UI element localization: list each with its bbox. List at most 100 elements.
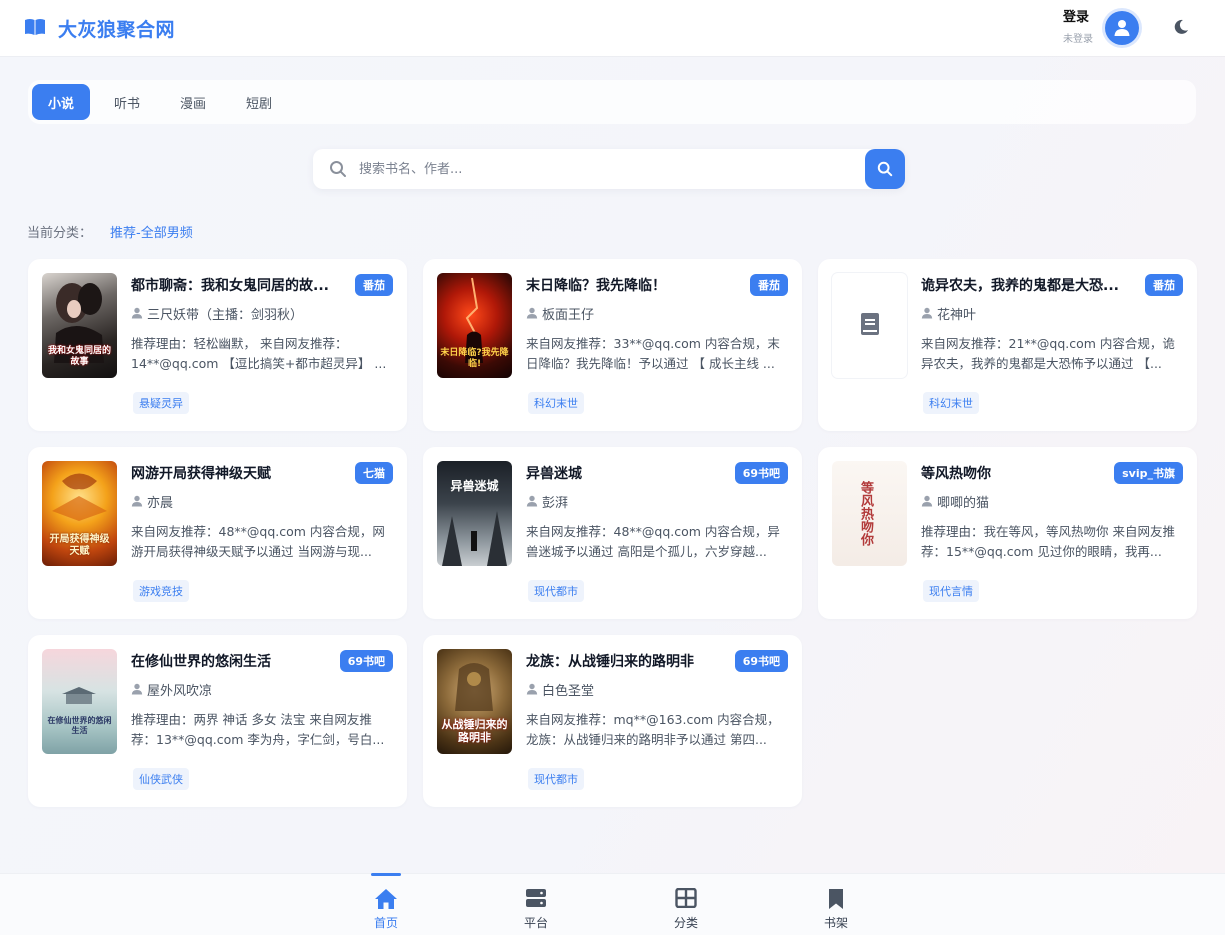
book-description: 来自网友推荐：21**@qq.com 内容合规，诡异农夫，我养的鬼都是大恐怖予以… [921,336,1175,371]
book-description: 来自网友推荐：48**@qq.com 内容合规，异兽迷城予以通过 高阳是个孤儿，… [526,524,780,559]
open-book-icon [24,18,48,38]
search-button[interactable] [865,149,905,189]
source-badge: svip_书旗 [1114,462,1183,484]
book-cover[interactable]: 等风热吻你 [832,461,907,566]
login-area[interactable]: 登录 未登录 [1063,9,1093,47]
book-card[interactable]: 末日降临?我先降临! 末日降临？我先降临！ 番茄 板面王仔 来自网友推荐：33*… [423,259,802,431]
book-title[interactable]: 等风热吻你 [921,463,1106,483]
source-badge: 69书吧 [339,650,393,672]
cover-title-text: 开局获得神级天赋 [49,534,110,557]
nav-bookshelf[interactable]: 书架 [796,874,876,935]
book-card[interactable]: 异兽迷城 异兽迷城 69书吧 彭湃 来自网友推荐：48**@qq.com 内容合… [423,447,802,619]
book-title[interactable]: 异兽迷城 [526,463,727,483]
source-badge: 69书吧 [734,650,788,672]
book-description: 推荐理由：两界 神话 多女 法宝 来自网友推荐：13**@qq.com 李为舟，… [131,712,385,747]
genre-tag[interactable]: 悬疑灵异 [133,392,189,414]
cover-title-text: 末日降临?我先降临! [440,348,509,369]
cover-title-text: 在修仙世界的悠闲生活 [47,716,112,735]
search-icon [329,160,347,178]
source-badge: 番茄 [355,274,393,296]
genre-tag[interactable]: 科幻末世 [923,392,979,414]
tab-audiobook[interactable]: 听书 [98,84,156,120]
genre-tag[interactable]: 现代都市 [528,768,584,790]
grid-icon [674,888,698,910]
site-title: 大灰狼聚合网 [58,18,176,41]
genre-tag[interactable]: 现代都市 [528,580,584,602]
user-icon [921,495,933,507]
moon-icon[interactable] [1173,19,1191,37]
book-cover[interactable]: 末日降临?我先降临! [437,273,512,378]
book-cover[interactable]: 在修仙世界的悠闲生活 [42,649,117,754]
book-description: 来自网友推荐：33**@qq.com 内容合规，末日降临？我先降临！予以通过 【… [526,336,780,371]
tab-novel[interactable]: 小说 [32,84,91,120]
search-submit-icon [877,161,893,177]
login-link[interactable]: 登录 [1063,9,1089,27]
book-card[interactable]: 等风热吻你 等风热吻你 svip_书旗 唧唧的猫 推荐理由：我在等风，等风热吻你… [818,447,1197,619]
book-card[interactable]: 我和女鬼同居的故事 都市聊斋：我和女鬼同居的故... 番茄 三尺妖带（主播：剑羽… [28,259,407,431]
book-author: 屋外风吹凉 [147,683,213,699]
cover-title-text: 等风热吻你 [858,480,873,546]
source-badge: 番茄 [1145,274,1183,296]
book-author: 白色圣堂 [542,683,595,699]
nav-label: 首页 [373,916,398,930]
user-icon [526,495,538,507]
user-icon [921,307,933,319]
book-grid: 我和女鬼同居的故事 都市聊斋：我和女鬼同居的故... 番茄 三尺妖带（主播：剑羽… [28,259,1197,807]
category-value[interactable]: 推荐-全部男频 [110,222,193,241]
book-description: 推荐理由：轻松幽默， 来自网友推荐：14**@qq.com 【逗比搞笑+都市超灵… [131,336,387,371]
media-type-tabs: 小说 听书 漫画 短剧 [28,80,1196,124]
nav-label: 平台 [523,916,548,930]
nav-home[interactable]: 首页 [346,873,426,935]
book-cover[interactable]: 异兽迷城 [437,461,512,566]
tab-comic[interactable]: 漫画 [164,84,222,120]
book-cover[interactable]: 开局获得神级天赋 [42,461,117,566]
user-avatar-icon[interactable] [1105,11,1139,45]
nav-category[interactable]: 分类 [646,874,726,935]
nav-platform[interactable]: 平台 [496,874,576,935]
book-cover[interactable]: 从战锤归来的路明非 [437,649,512,754]
home-icon [374,888,398,910]
user-icon [526,683,538,695]
book-author: 唧唧的猫 [937,495,990,511]
source-badge: 七猫 [355,462,393,484]
genre-tag[interactable]: 游戏竞技 [133,580,189,602]
current-category: 当前分类： 推荐-全部男频 [27,222,193,241]
book-title[interactable]: 诡异农夫，我养的鬼都是大恐... [921,275,1137,295]
genre-tag[interactable]: 现代言情 [923,580,979,602]
nav-label: 书架 [823,916,848,930]
search-input[interactable] [359,149,865,189]
server-icon [524,888,548,910]
book-description: 推荐理由：我在等风，等风热吻你 来自网友推荐：15**@qq.com 见过你的眼… [921,524,1175,559]
cover-title-text: 我和女鬼同居的故事 [47,346,111,367]
user-icon [131,307,143,319]
top-header: 大灰狼聚合网 登录 未登录 [0,0,1225,56]
genre-tag[interactable]: 仙侠武侠 [133,768,189,790]
book-title[interactable]: 在修仙世界的悠闲生活 [131,651,332,671]
book-cover[interactable]: 我和女鬼同居的故事 [42,273,117,378]
search-bar [313,149,905,189]
book-cover-placeholder[interactable] [832,273,907,378]
bottom-navigation: 首页 平台 分类 书架 [0,873,1225,935]
book-author: 三尺妖带（主播：剑羽秋） [147,307,304,323]
genre-tag[interactable]: 科幻末世 [528,392,584,414]
book-card[interactable]: 诡异农夫，我养的鬼都是大恐... 番茄 花神叶 来自网友推荐：21**@qq.c… [818,259,1197,431]
bookmark-icon [824,888,848,910]
source-badge: 69书吧 [734,462,788,484]
site-logo[interactable]: 大灰狼聚合网 [24,15,175,42]
book-card[interactable]: 在修仙世界的悠闲生活 在修仙世界的悠闲生活 69书吧 屋外风吹凉 推荐理由：两界… [28,635,407,807]
book-description: 来自网友推荐：48**@qq.com 内容合规，网游开局获得神级天赋予以通过 当… [131,524,385,559]
user-icon [526,307,538,319]
category-label: 当前分类： [27,226,93,241]
book-title[interactable]: 都市聊斋：我和女鬼同居的故... [131,275,347,295]
login-status: 未登录 [1063,34,1093,45]
book-card[interactable]: 开局获得神级天赋 网游开局获得神级天赋 七猫 亦晨 来自网友推荐：48**@qq… [28,447,407,619]
book-card[interactable]: 从战锤归来的路明非 龙族：从战锤归来的路明非 69书吧 白色圣堂 来自网友推荐：… [423,635,802,807]
book-title[interactable]: 末日降临？我先降临！ [526,275,742,295]
cover-title-text: 从战锤归来的路明非 [441,718,508,744]
book-title[interactable]: 龙族：从战锤归来的路明非 [526,651,727,671]
book-description: 来自网友推荐：mq**@163.com 内容合规，龙族：从战锤归来的路明非予以通… [526,712,780,747]
book-title[interactable]: 网游开局获得神级天赋 [131,463,347,483]
tab-short-drama[interactable]: 短剧 [230,84,288,120]
book-author: 板面王仔 [542,307,595,323]
user-icon [131,495,143,507]
